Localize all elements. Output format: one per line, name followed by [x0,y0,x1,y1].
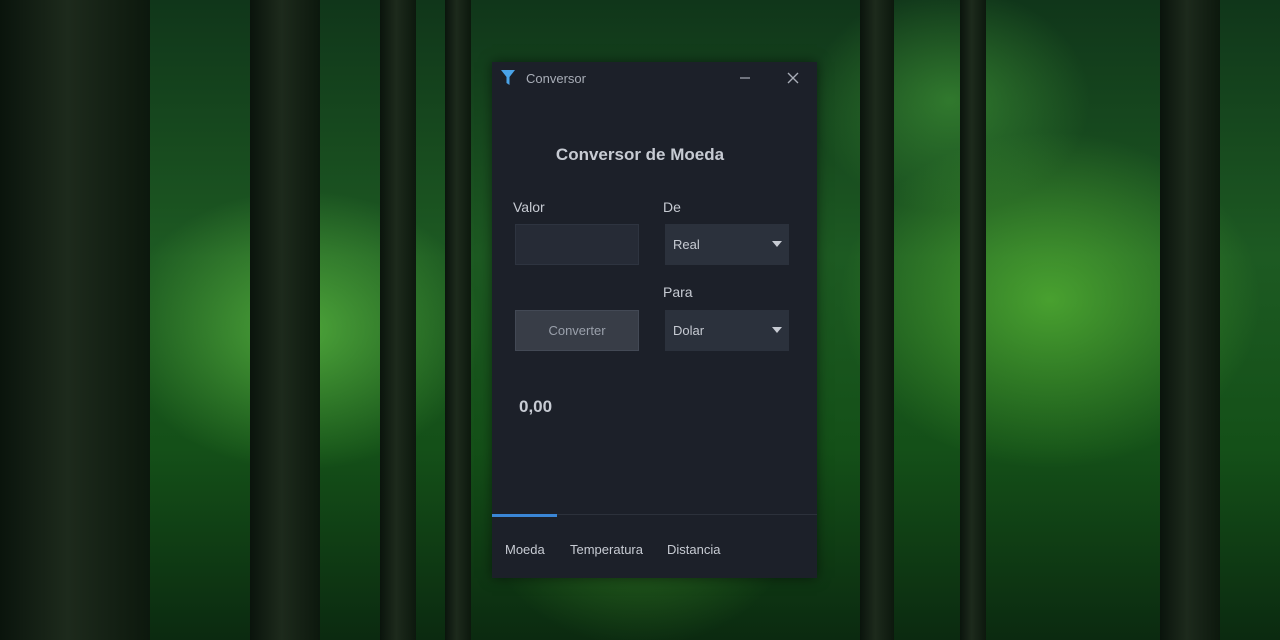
close-icon [787,72,799,84]
tab-moeda[interactable]: Moeda [505,542,545,557]
tree-trunk [250,0,320,640]
filter-funnel-icon [501,70,515,85]
tab-distancia[interactable]: Distancia [667,542,720,557]
value-input[interactable] [515,224,639,265]
convert-button[interactable]: Converter [515,310,639,351]
from-label: De [663,199,681,215]
close-button[interactable] [778,66,808,90]
active-tab-indicator [492,514,557,517]
caret-down-icon [772,241,782,247]
minimize-icon [740,77,750,79]
to-currency-value: Dolar [673,323,705,338]
to-label: Para [663,284,693,300]
converter-window: Conversor Conversor de Moeda Valor De Re… [492,62,817,578]
caret-down-icon [772,327,782,333]
tree-trunk [860,0,894,640]
from-currency-value: Real [673,237,700,252]
value-label: Valor [513,199,545,215]
tree-trunk [960,0,986,640]
result-value: 0,00 [519,397,553,416]
from-currency-select[interactable]: Real [665,224,789,265]
to-currency-select[interactable]: Dolar [665,310,789,351]
tree-trunk [1160,0,1220,640]
window-title: Conversor [526,71,586,86]
title-bar[interactable]: Conversor [492,62,817,94]
tree-trunk [380,0,416,640]
tab-bar: Moeda Temperatura Distancia [492,514,817,579]
tree-trunk [0,0,150,640]
minimize-button[interactable] [730,66,760,90]
tab-temperatura[interactable]: Temperatura [570,542,643,557]
page-title: Conversor de Moeda [555,145,725,164]
tree-trunk [445,0,471,640]
